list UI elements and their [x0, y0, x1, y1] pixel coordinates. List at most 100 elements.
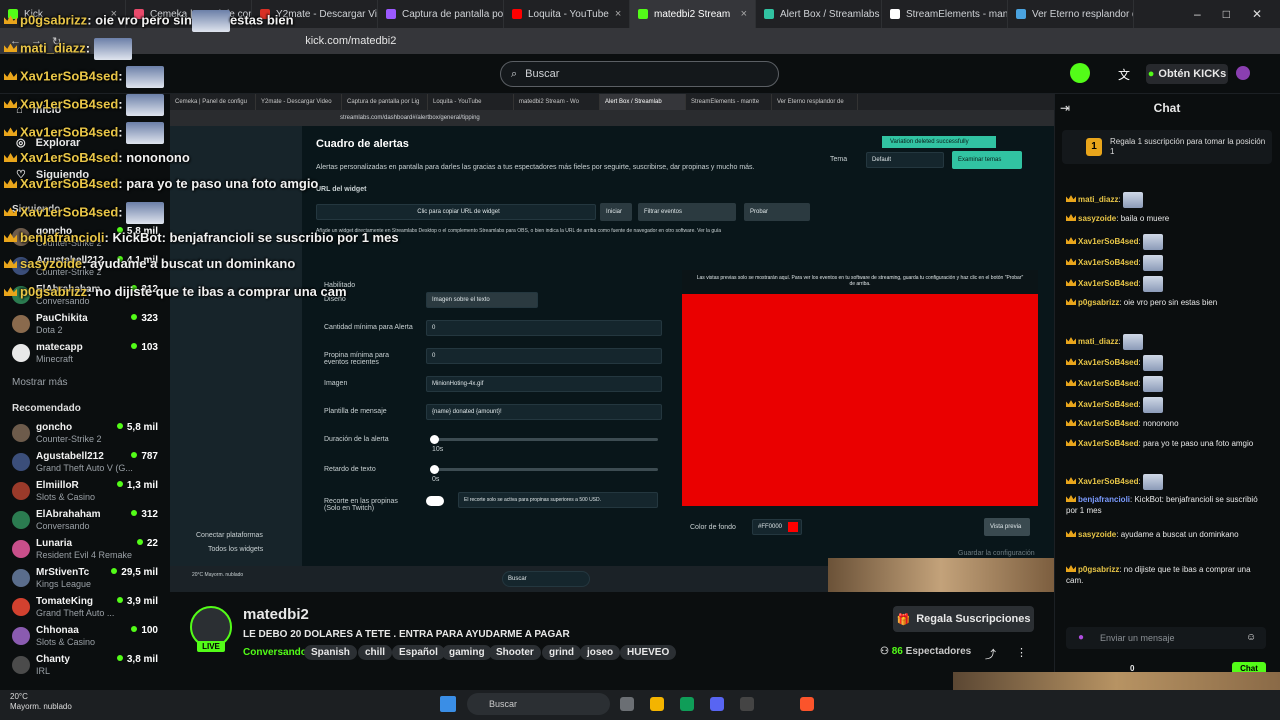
- chat-username[interactable]: mati_diazz: [1078, 195, 1118, 204]
- taskbar-search[interactable]: Buscar: [467, 693, 610, 715]
- file-explorer-icon[interactable]: [650, 697, 664, 711]
- chat-message: Xav1erSoB4sed:: [1066, 397, 1264, 413]
- chat-username[interactable]: Xav1erSoB4sed: [1078, 237, 1138, 246]
- channel-list-item[interactable]: Chanty IRL 3,8 mil: [12, 654, 162, 682]
- maximize-button[interactable]: □: [1223, 7, 1230, 21]
- gift-subs-button[interactable]: 🎁 Regala Suscripciones: [893, 606, 1034, 632]
- overlay-chat-line: mati_diazz:: [4, 38, 132, 60]
- stream-tag[interactable]: chill: [358, 645, 393, 660]
- discord-icon[interactable]: [710, 697, 724, 711]
- stream-tag[interactable]: grind: [542, 645, 581, 660]
- avatar[interactable]: [1236, 66, 1250, 80]
- chat-username[interactable]: p0gsabrizz: [1078, 298, 1119, 307]
- chat-username[interactable]: p0gsabrizz: [1078, 565, 1119, 574]
- overlay-chat-colon: :: [82, 256, 91, 271]
- chat-username[interactable]: Xav1erSoB4sed: [1078, 258, 1138, 267]
- browser-tab[interactable]: Ver Eterno resplandor de×: [1008, 0, 1134, 28]
- subscriber-badge-icon: [4, 43, 17, 53]
- save-settings-button: Guardar la configuración: [958, 550, 1035, 557]
- minimize-button[interactable]: –: [1194, 7, 1201, 21]
- kick-logo-icon[interactable]: [1070, 63, 1090, 83]
- tab-label: Loquita - YouTube: [528, 8, 609, 20]
- channel-list-item[interactable]: ElmiilloR Slots & Casino 1,3 mil: [12, 480, 162, 508]
- channel-list-item[interactable]: ElAbrahaham Conversando 312: [12, 509, 162, 537]
- stream-tag[interactable]: Spanish: [304, 645, 357, 660]
- field-value: 0: [426, 348, 662, 364]
- channel-name: MrStivenTc: [36, 567, 90, 578]
- channel-list-item[interactable]: matecapp Minecraft 103: [12, 342, 162, 370]
- channel-list-item[interactable]: goncho Counter-Strike 2 5,8 mil: [12, 422, 162, 450]
- weather-widget[interactable]: 20°C Mayorm. nublado: [10, 692, 72, 712]
- browser-tab[interactable]: StreamElements - mantte×: [882, 0, 1008, 28]
- channel-list-item[interactable]: TomateKing Grand Theft Auto ... 3,9 mil: [12, 596, 162, 624]
- url-field[interactable]: kick.com/matedbi2: [305, 35, 396, 47]
- overlay-chat-line: Xav1erSoB4sed:: [4, 66, 165, 88]
- chat-username[interactable]: Xav1erSoB4sed: [1078, 358, 1138, 367]
- stream-player[interactable]: Cemeka | Panel de configu Y2mate - Descar…: [170, 94, 1054, 592]
- channel-list-item[interactable]: Chhonaa Slots & Casino 100: [12, 625, 162, 653]
- subscriber-badge-icon: [1066, 195, 1076, 203]
- translate-icon[interactable]: 文: [1118, 66, 1130, 83]
- overlay-chat-line: Xav1erSoB4sed:: [4, 122, 165, 144]
- chat-message: p0gsabrizz: no dijiste que te ibas a com…: [1066, 564, 1264, 586]
- close-window-button[interactable]: ✕: [1252, 7, 1262, 21]
- subscriber-badge-icon: [1066, 400, 1076, 408]
- chat-username[interactable]: benjafrancioli: [1078, 495, 1130, 504]
- microphone-icon[interactable]: ●: [1078, 632, 1084, 643]
- captured-tab: Ver Eterno resplandor de: [772, 94, 858, 110]
- chat-username[interactable]: Xav1erSoB4sed: [1078, 477, 1138, 486]
- chat-username[interactable]: Xav1erSoB4sed: [1078, 419, 1138, 428]
- stream-tag[interactable]: Español: [392, 645, 445, 660]
- browser-tab[interactable]: Loquita - YouTube ×: [504, 0, 630, 28]
- more-icon[interactable]: ⋮: [1016, 646, 1027, 659]
- browser-tab[interactable]: Alert Box / Streamlabs×: [756, 0, 882, 28]
- chat-username[interactable]: Xav1erSoB4sed: [1078, 400, 1138, 409]
- channel-list-item[interactable]: PauChikita Dota 2 323: [12, 313, 162, 341]
- channel-viewers: 787: [131, 451, 158, 462]
- chat-username[interactable]: Xav1erSoB4sed: [1078, 439, 1138, 448]
- stream-title: LE DEBO 20 DOLARES A TETE . ENTRA PARA A…: [243, 629, 570, 640]
- close-tab-icon[interactable]: ×: [741, 8, 747, 20]
- channel-game: Grand Theft Auto V (G...: [36, 463, 133, 473]
- channel-game: Slots & Casino: [36, 492, 96, 502]
- browser-tab[interactable]: Captura de pantalla por Lig×: [378, 0, 504, 28]
- chat-emote: [126, 122, 165, 144]
- show-more-link[interactable]: Mostrar más: [12, 377, 68, 388]
- subscriber-badge-icon: [1066, 258, 1076, 266]
- chat-username[interactable]: Xav1erSoB4sed: [1078, 379, 1138, 388]
- brave-icon[interactable]: [800, 697, 814, 711]
- channel-list-item[interactable]: Agustabell212 Grand Theft Auto V (G... 787: [12, 451, 162, 479]
- browser-tab[interactable]: matedbi2 Stream ×: [630, 0, 756, 28]
- close-tab-icon[interactable]: ×: [615, 8, 621, 20]
- channel-list-item[interactable]: MrStivenTc Kings League 29,5 mil: [12, 567, 162, 595]
- chat-username[interactable]: Xav1erSoB4sed: [1078, 279, 1138, 288]
- share-icon[interactable]: ⤴: [985, 646, 996, 662]
- channel-name[interactable]: matedbi2: [243, 606, 309, 623]
- emoji-icon[interactable]: ☺: [1246, 632, 1256, 643]
- chat-message-input[interactable]: Enviar un mensaje: [1066, 627, 1266, 649]
- channel-name: goncho: [36, 422, 73, 433]
- overlay-chat-line: Xav1erSoB4sed: nononono: [4, 150, 190, 165]
- channel-list-item[interactable]: Lunaria Resident Evil 4 Remake 22: [12, 538, 162, 566]
- obs-icon[interactable]: [740, 697, 754, 711]
- chat-message: mati_diazz:: [1066, 334, 1264, 350]
- edge-icon[interactable]: [680, 697, 694, 711]
- stream-category[interactable]: Conversando: [243, 647, 307, 658]
- stream-tag[interactable]: joseo: [580, 645, 621, 660]
- chat-username[interactable]: sasyzoide: [1078, 214, 1116, 223]
- channel-avatar: [12, 482, 30, 500]
- stream-tag[interactable]: gaming: [442, 645, 492, 660]
- field-label: Propina mínima para eventos recientes: [324, 352, 389, 366]
- chat-username[interactable]: mati_diazz: [1078, 337, 1118, 346]
- overlay-chat-username: Xav1erSoB4sed: [20, 124, 119, 140]
- get-kicks-button[interactable]: ● Obtén KICKs: [1146, 64, 1228, 84]
- stream-tag[interactable]: Shooter: [489, 645, 541, 660]
- task-view-icon[interactable]: [620, 697, 634, 711]
- windows-start-icon[interactable]: [440, 696, 456, 712]
- chat-username[interactable]: sasyzoide: [1078, 530, 1116, 539]
- channel-game: Conversando: [36, 521, 90, 531]
- search-input[interactable]: ⌕ Buscar: [500, 61, 779, 87]
- stream-tag[interactable]: HUEVEO: [620, 645, 677, 660]
- success-toast: Variation deleted successfully: [882, 136, 996, 148]
- field-label: Plantilla de mensaje: [324, 408, 387, 415]
